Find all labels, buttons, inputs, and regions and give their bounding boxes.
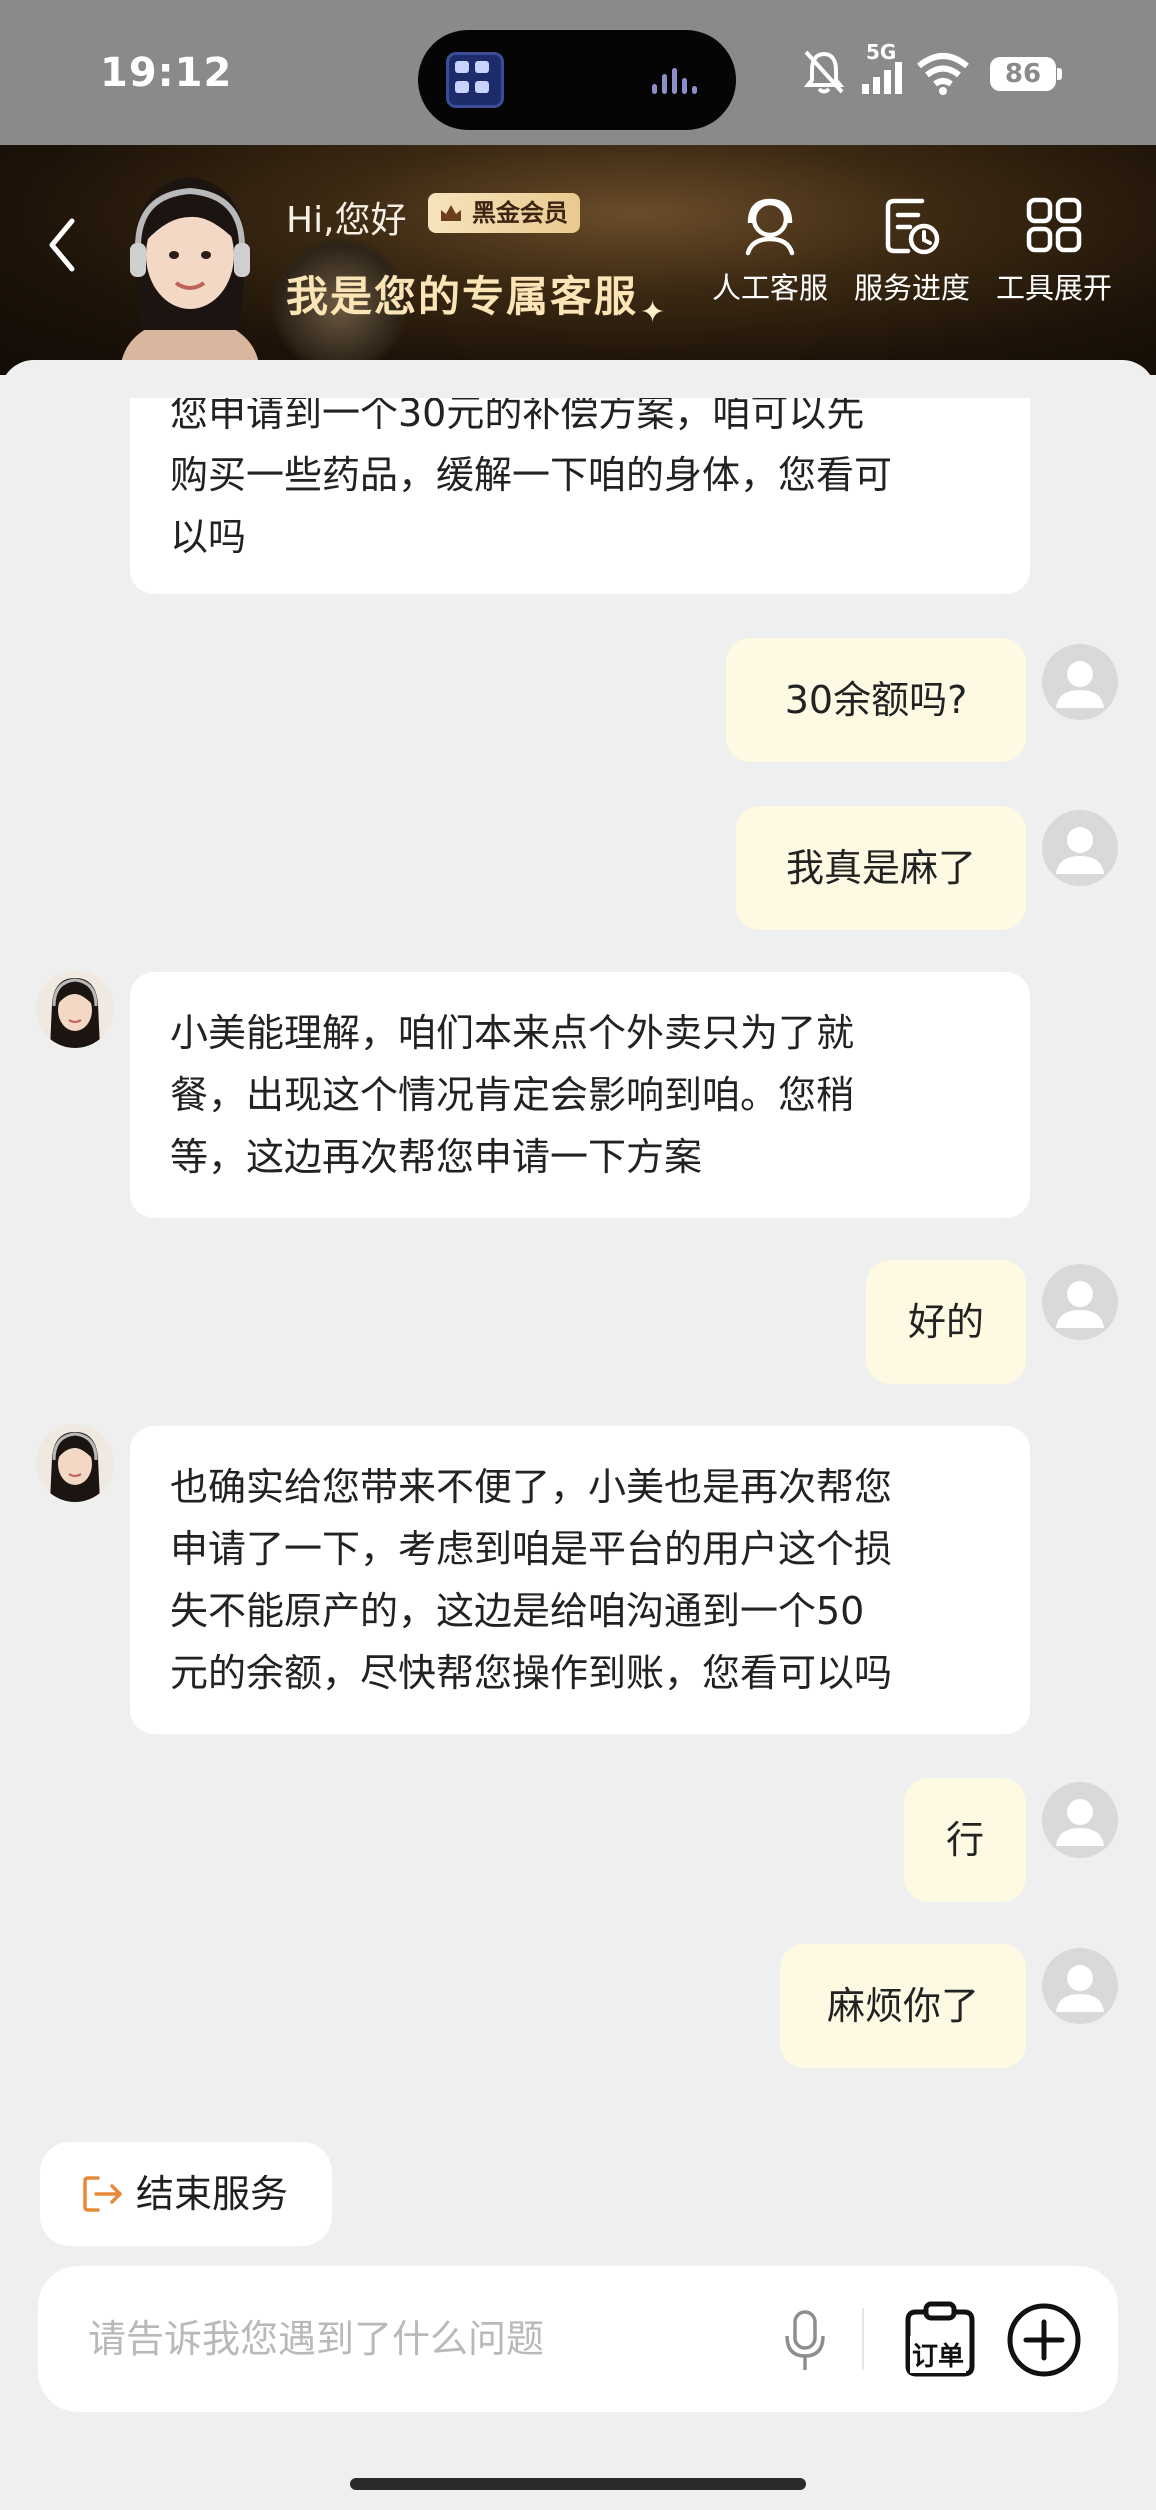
order-label: 订单 — [910, 2336, 967, 2373]
agent-avatar-icon — [50, 978, 100, 1048]
message-line: 小美能理解，咱们本来点个外卖只为了就 — [170, 1011, 855, 1055]
grid-icon — [1026, 197, 1082, 253]
user-avatar[interactable] — [1042, 1948, 1118, 2024]
agent-message-bubble: 您申请到一个30元的补偿方案，咱可以先 购买一些药品，缓解一下咱的身体，您看可 … — [130, 398, 1030, 594]
message-text: 30余额吗? — [784, 678, 968, 722]
agent-message-bubble: 小美能理解，咱们本来点个外卖只为了就 餐，出现这个情况肯定会影响到咱。您稍 等，… — [130, 972, 1030, 1218]
header-title: 我是您的专属客服 — [286, 272, 639, 321]
user-avatar-icon — [1056, 661, 1104, 708]
input-bar: 订单 — [38, 2266, 1118, 2412]
end-service-button[interactable]: 结束服务 — [40, 2142, 332, 2246]
network-type-label: 5G — [866, 40, 897, 64]
user-avatar[interactable] — [1042, 810, 1118, 886]
message-line: 元的余额，尽快帮您操作到账，您看可以吗 — [170, 1651, 893, 1695]
message-line: 失不能原产的，这边是给咱沟通到一个50 — [170, 1589, 865, 1633]
message-text: 我真是麻了 — [785, 846, 976, 890]
input-divider — [862, 2308, 864, 2370]
user-message-bubble: 好的 — [866, 1260, 1026, 1384]
mute-bell-icon — [803, 50, 845, 94]
user-avatar-icon — [1056, 827, 1104, 874]
live-agent-label: 人工客服 — [711, 271, 828, 305]
vip-badge: 黑金会员 — [428, 193, 580, 233]
message-text: 麻烦你了 — [826, 1984, 979, 2028]
user-avatar-icon — [1056, 1281, 1104, 1328]
status-time: 19:12 — [100, 50, 233, 96]
user-avatar-icon — [1056, 1965, 1104, 2012]
user-message-bubble: 我真是麻了 — [736, 806, 1026, 930]
home-indicator[interactable] — [350, 2478, 806, 2490]
battery-tip — [1057, 68, 1062, 80]
agent-avatar-icon — [50, 1432, 100, 1502]
island-app-icon — [446, 52, 504, 108]
progress-clock-icon — [885, 198, 940, 255]
microphone-icon[interactable] — [780, 2308, 830, 2374]
end-service-label: 结束服务 — [136, 2172, 289, 2216]
agent-avatar[interactable] — [36, 970, 114, 1048]
agent-avatar[interactable] — [36, 1424, 114, 1502]
vip-badge-label: 黑金会员 — [472, 199, 568, 227]
signal-icon — [862, 62, 902, 94]
back-button[interactable] — [38, 205, 88, 285]
user-message-bubble: 行 — [904, 1778, 1026, 1902]
audio-wave-icon — [652, 68, 706, 94]
user-avatar[interactable] — [1042, 644, 1118, 720]
plus-icon[interactable] — [1006, 2302, 1082, 2378]
user-avatar[interactable] — [1042, 1264, 1118, 1340]
order-button[interactable]: 订单 — [902, 2300, 986, 2380]
message-line: 申请了一下，考虑到咱是平台的用户这个损 — [170, 1527, 893, 1571]
message-list[interactable]: 您申请到一个30元的补偿方案，咱可以先 购买一些药品，缓解一下咱的身体，您看可 … — [0, 398, 1156, 2098]
battery-indicator: 86 — [990, 57, 1056, 91]
chat-header: ✦ Hi,您好 黑金会员 我是您的专属客服 人工客服 服务进度 工具展开 — [0, 145, 1156, 375]
message-line: 也确实给您带来不便了，小美也是再次帮您 — [170, 1465, 893, 1509]
message-input[interactable] — [88, 2304, 728, 2374]
crown-icon — [441, 205, 461, 221]
agent-avatar-large — [120, 177, 260, 375]
message-text: 行 — [945, 1818, 984, 1862]
exit-icon — [83, 2176, 122, 2212]
user-message-bubble: 麻烦你了 — [780, 1944, 1026, 2068]
headset-icon — [745, 198, 795, 256]
message-line: 等，这边再次帮您申请一下方案 — [170, 1135, 703, 1179]
live-agent-button[interactable]: 人工客服 — [700, 195, 840, 307]
message-line: 以吗 — [170, 515, 247, 559]
user-avatar[interactable] — [1042, 1782, 1118, 1858]
expand-tools-label: 工具展开 — [995, 271, 1112, 305]
status-icons: 5G 86 — [796, 40, 1156, 100]
greeting-text: Hi,您好 — [286, 200, 407, 241]
dynamic-island[interactable] — [418, 30, 736, 130]
message-line: 您申请到一个30元的补偿方案，咱可以先 — [170, 398, 865, 435]
user-avatar-icon — [1056, 1799, 1104, 1846]
sparkle-icon: ✦ — [640, 295, 666, 330]
status-bar: 19:12 5G 86 — [0, 0, 1156, 145]
agent-message-bubble: 也确实给您带来不便了，小美也是再次帮您 申请了一下，考虑到咱是平台的用户这个损 … — [130, 1426, 1030, 1734]
user-message-bubble: 30余额吗? — [726, 638, 1026, 762]
message-line: 餐，出现这个情况肯定会影响到咱。您稍 — [170, 1073, 855, 1117]
service-progress-button[interactable]: 服务进度 — [842, 195, 982, 307]
message-line: 购买一些药品，缓解一下咱的身体，您看可 — [170, 453, 893, 497]
wifi-icon — [917, 53, 969, 95]
expand-tools-button[interactable]: 工具展开 — [984, 195, 1124, 307]
service-progress-label: 服务进度 — [853, 271, 970, 305]
message-text: 好的 — [907, 1300, 984, 1344]
